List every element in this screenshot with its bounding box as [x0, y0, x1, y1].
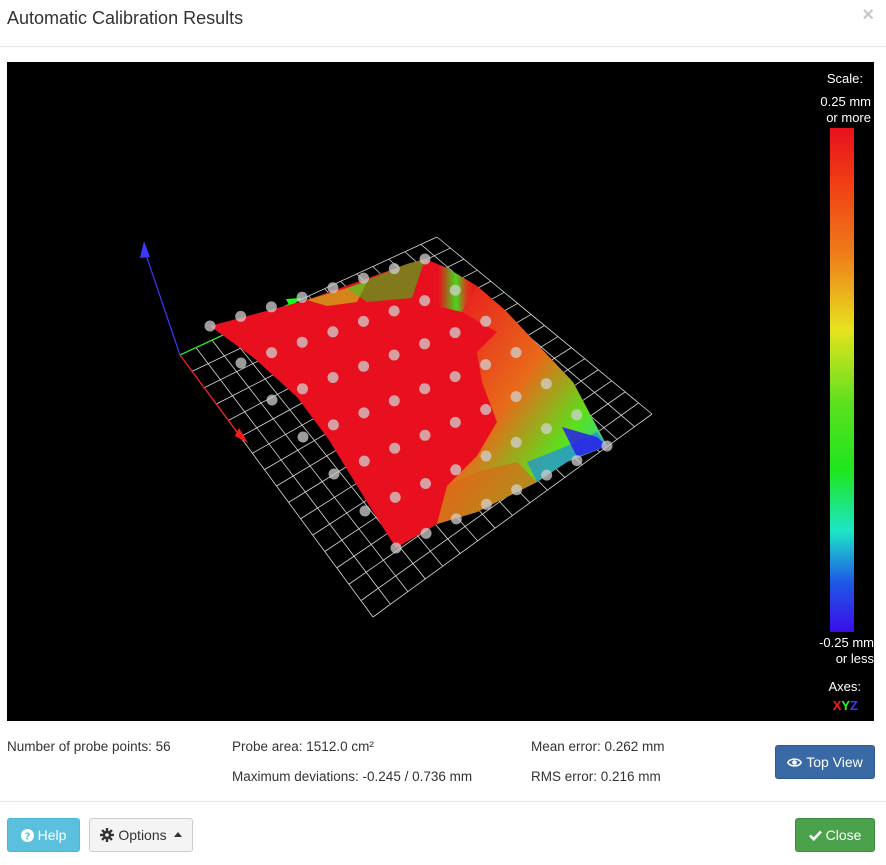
probe-area: Probe area: 1512.0 cm²	[232, 739, 374, 754]
color-gradient-bar	[830, 128, 854, 632]
probe-point	[296, 336, 308, 348]
close-button[interactable]: Close	[795, 818, 875, 852]
top-view-label: Top View	[806, 754, 863, 770]
legend-min-value: -0.25 mm	[819, 635, 874, 650]
probe-point	[359, 505, 371, 517]
probe-point	[358, 407, 370, 419]
probe-point	[389, 442, 401, 454]
probe-point	[388, 395, 400, 407]
legend-max-value: 0.25 mm	[820, 94, 871, 109]
close-icon[interactable]: ×	[862, 5, 874, 25]
calibration-stats: Number of probe points: 56 Probe area: 1…	[0, 732, 886, 798]
probe-point	[235, 310, 247, 322]
probe-points-count: Number of probe points: 56	[7, 739, 171, 754]
probe-point	[235, 357, 247, 369]
legend-min-label: -0.25 mm or less	[819, 635, 874, 667]
probe-point	[480, 450, 492, 462]
heightmap-3d-scene[interactable]	[7, 62, 874, 721]
gear-icon	[100, 828, 115, 842]
legend-max-label: 0.25 mm or more	[820, 94, 871, 126]
probe-point	[510, 436, 522, 448]
probe-point	[388, 305, 400, 317]
probe-point	[449, 327, 461, 339]
probe-point	[480, 498, 492, 510]
probe-point	[571, 455, 583, 467]
probe-point	[327, 372, 339, 383]
probe-point	[419, 338, 431, 350]
probe-point	[266, 394, 278, 406]
mean-error: Mean error: 0.262 mm	[531, 739, 665, 754]
probe-point	[358, 360, 370, 372]
probe-point	[327, 326, 339, 338]
eye-icon	[787, 757, 803, 767]
probe-point	[480, 359, 492, 371]
color-scale-legend: Scale: 0.25 mm or more -0.25 mm or less …	[804, 62, 874, 721]
probe-point	[327, 282, 339, 294]
probe-point	[450, 464, 462, 476]
question-circle-icon: ?	[20, 828, 34, 842]
probe-point	[540, 378, 552, 390]
axes-title: Axes:	[828, 679, 861, 694]
probe-point	[327, 419, 339, 431]
probe-point	[328, 468, 340, 480]
dialog-header: Automatic Calibration Results ×	[0, 0, 886, 47]
probe-point	[297, 383, 308, 395]
probe-point	[358, 315, 369, 327]
probe-point	[571, 409, 583, 421]
legend-title: Scale:	[826, 71, 863, 86]
probe-point	[420, 527, 432, 539]
caret-up-icon	[173, 831, 182, 837]
probe-point	[511, 484, 523, 496]
probe-point	[541, 469, 553, 481]
check-icon	[808, 830, 822, 841]
probe-point	[388, 263, 400, 275]
probe-point	[510, 391, 522, 403]
rms-error: RMS error: 0.216 mm	[531, 769, 661, 784]
probe-point	[510, 347, 522, 358]
dialog-title: Automatic Calibration Results	[7, 8, 244, 28]
probe-point	[450, 513, 462, 525]
axis-z-label: Z	[850, 698, 858, 713]
probe-point	[540, 423, 552, 435]
probe-point	[480, 315, 492, 327]
probe-point	[389, 491, 401, 503]
axes-key: XYZ	[833, 698, 858, 713]
probe-point	[265, 301, 277, 313]
top-view-button[interactable]: Top View	[775, 745, 875, 779]
heightmap-viewport[interactable]: Scale: 0.25 mm or more -0.25 mm or less …	[7, 62, 874, 721]
legend-max-suffix: or more	[826, 110, 871, 125]
maximum-deviations: Maximum deviations: -0.245 / 0.736 mm	[232, 769, 473, 784]
probe-point	[297, 431, 309, 443]
probe-point	[358, 455, 370, 467]
probe-point	[419, 383, 431, 395]
probe-point	[390, 542, 402, 554]
probe-point	[358, 272, 370, 284]
dialog-footer: ? Help Options Close	[0, 801, 886, 865]
help-label: Help	[37, 827, 67, 843]
probe-point	[601, 440, 613, 452]
probe-point	[449, 416, 461, 428]
probe-point	[204, 320, 216, 332]
options-dropdown-button[interactable]: Options	[89, 818, 193, 852]
probe-point	[266, 347, 278, 359]
help-button[interactable]: ? Help	[7, 818, 80, 852]
probe-point	[419, 253, 431, 265]
probe-point	[420, 478, 431, 489]
probe-point	[449, 284, 461, 296]
probe-point	[480, 404, 492, 415]
probe-point	[419, 295, 431, 307]
legend-min-suffix: or less	[835, 651, 874, 666]
svg-text:?: ?	[24, 831, 30, 842]
probe-point	[388, 349, 400, 361]
options-label: Options	[118, 827, 167, 843]
probe-point	[296, 291, 308, 303]
probe-point	[449, 371, 461, 383]
probe-point	[419, 429, 431, 441]
close-label: Close	[825, 827, 862, 843]
axis-y-label: Y	[841, 698, 851, 713]
